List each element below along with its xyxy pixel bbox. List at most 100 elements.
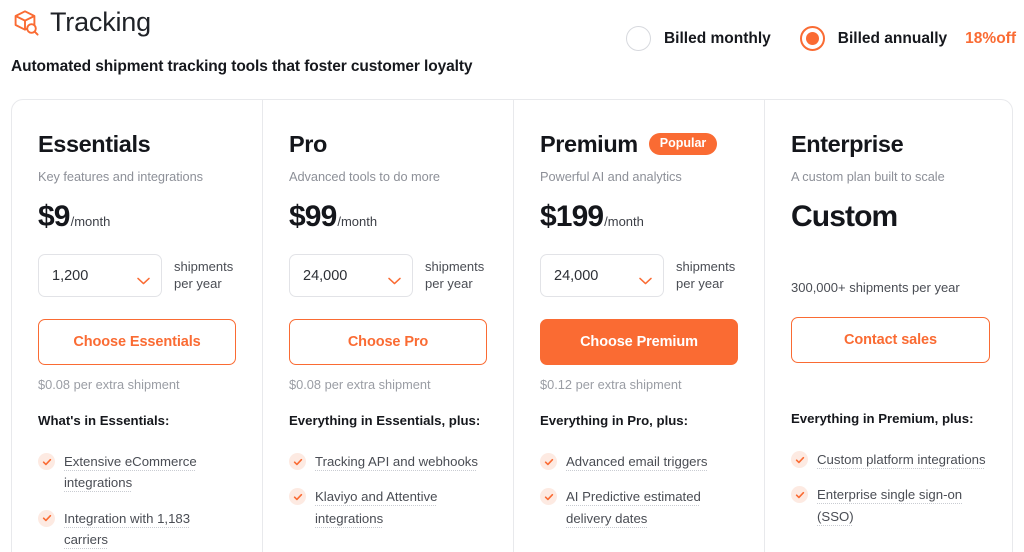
billing-toggle-group: Billed monthly Billed annually 18%off: [625, 26, 1016, 51]
billing-discount-badge: 18%off: [965, 29, 1016, 47]
plan-card-essentials: Essentials Key features and integrations…: [12, 100, 263, 552]
shipments-select[interactable]: 1,200: [38, 254, 162, 297]
feature-label[interactable]: Custom platform integrations: [817, 449, 986, 470]
plan-name: Pro: [289, 130, 327, 157]
plan-price: $9: [38, 200, 70, 233]
feature-item: Klaviyo and Attentive integrations: [289, 486, 487, 529]
shipments-note-line1: shipments: [174, 258, 234, 274]
plan-header: Pro: [289, 129, 487, 159]
shipments-note: shipments per year: [425, 259, 484, 292]
brand: Tracking: [11, 7, 151, 38]
feature-list: Custom platform integrations Enterprise …: [791, 449, 990, 527]
plan-header: Essentials: [38, 129, 236, 159]
plan-price-period: /month: [70, 214, 111, 229]
check-icon: [791, 486, 808, 504]
chevron-down-icon: [137, 272, 150, 284]
choose-plan-button[interactable]: Choose Essentials: [38, 319, 236, 365]
feature-item: AI Predictive estimated delivery dates: [540, 486, 738, 529]
check-icon: [791, 451, 808, 468]
extra-shipment-note: $0.08 per extra shipment: [289, 377, 431, 392]
plan-description: Powerful AI and analytics: [540, 169, 682, 184]
includes-title: What's in Essentials:: [38, 413, 170, 428]
feature-label[interactable]: Klaviyo and Attentive integrations: [315, 486, 487, 529]
check-icon: [38, 509, 55, 527]
pricing-page: Tracking Automated shipment tracking too…: [0, 0, 1024, 552]
shipments-note-line2: per year: [174, 275, 222, 291]
check-icon: [540, 488, 557, 506]
chevron-down-icon: [388, 272, 401, 284]
plan-price: $99: [289, 200, 337, 233]
feature-label[interactable]: Integration with 1,183 carriers: [64, 508, 236, 551]
plan-card-pro: Pro Advanced tools to do more $99 /month…: [263, 100, 514, 552]
shipments-static-note: 300,000+ shipments per year: [791, 280, 960, 295]
includes-title: Everything in Premium, plus:: [791, 411, 974, 426]
plan-quantity-row: 1,200 shipments per year: [38, 254, 236, 297]
plan-name: Essentials: [38, 130, 151, 157]
plan-price-row: $99 /month: [289, 200, 487, 234]
extra-shipment-note: $0.08 per extra shipment: [38, 377, 180, 392]
shipments-note: shipments per year: [174, 259, 233, 292]
feature-item: Advanced email triggers: [540, 451, 738, 472]
plan-description: A custom plan built to scale: [791, 169, 945, 184]
popular-badge: Popular: [648, 133, 718, 155]
plan-name: Premium: [540, 130, 638, 157]
contact-sales-button[interactable]: Contact sales: [791, 317, 990, 363]
radio-monthly-icon[interactable]: [625, 26, 651, 51]
billing-monthly-label: Billed monthly: [663, 29, 771, 47]
choose-plan-button[interactable]: Choose Pro: [289, 319, 487, 365]
billing-option-annually[interactable]: Billed annually 18%off: [799, 26, 1016, 51]
feature-item: Tracking API and webhooks: [289, 451, 487, 472]
shipments-select[interactable]: 24,000: [540, 254, 664, 297]
includes-title: Everything in Essentials, plus:: [289, 413, 481, 428]
page-header: Tracking Automated shipment tracking too…: [0, 0, 1024, 92]
choose-plan-button[interactable]: Choose Premium: [540, 319, 738, 365]
radio-annually-icon[interactable]: [799, 26, 825, 51]
feature-item: Enterprise single sign-on (SSO): [791, 484, 990, 527]
feature-list: Advanced email triggers AI Predictive es…: [540, 451, 738, 529]
page-title: Tracking: [50, 7, 151, 37]
shipments-select-value: 24,000: [554, 267, 599, 284]
feature-label[interactable]: Advanced email triggers: [566, 451, 707, 472]
feature-item: Custom platform integrations: [791, 449, 990, 470]
plan-description: Key features and integrations: [38, 169, 204, 184]
plan-price-row: $199 /month: [540, 200, 738, 234]
plan-name: Enterprise: [791, 130, 904, 157]
shipments-note: shipments per year: [676, 259, 735, 292]
feature-label[interactable]: Enterprise single sign-on (SSO): [817, 484, 990, 527]
cube-search-icon: [11, 8, 41, 38]
shipments-note-line2: per year: [425, 275, 473, 291]
plan-price-period: /month: [337, 214, 378, 229]
billing-option-monthly[interactable]: Billed monthly: [625, 26, 771, 51]
shipments-select-value: 1,200: [52, 267, 89, 284]
plan-card-premium: Premium Popular Powerful AI and analytic…: [514, 100, 765, 552]
check-icon: [289, 453, 306, 470]
plan-price-row: $9 /month: [38, 200, 236, 234]
extra-shipment-note: $0.12 per extra shipment: [540, 377, 682, 392]
plan-quantity-row: 24,000 shipments per year: [540, 254, 738, 297]
shipments-select-value: 24,000: [303, 267, 348, 284]
includes-title: Everything in Pro, plus:: [540, 413, 689, 428]
plan-quantity-row: 24,000 shipments per year: [289, 254, 487, 297]
shipments-note-line1: shipments: [425, 258, 485, 274]
plan-price-row: Custom: [791, 200, 990, 234]
feature-item: Integration with 1,183 carriers: [38, 508, 236, 551]
plan-card-container: Essentials Key features and integrations…: [11, 99, 1013, 552]
shipments-select[interactable]: 24,000: [289, 254, 413, 297]
plan-price: $199: [540, 200, 604, 233]
feature-item: Extensive eCommerce integrations: [38, 451, 236, 494]
feature-label[interactable]: Tracking API and webhooks: [315, 451, 478, 472]
shipments-note-line1: shipments: [676, 258, 736, 274]
check-icon: [289, 488, 306, 506]
page-tagline: Automated shipment tracking tools that f…: [11, 58, 473, 75]
check-icon: [38, 453, 55, 470]
feature-list: Extensive eCommerce integrations Integra…: [38, 451, 236, 551]
billing-annually-label: Billed annually: [837, 29, 948, 47]
plan-header: Enterprise: [791, 129, 990, 159]
plan-card-enterprise: Enterprise A custom plan built to scale …: [765, 100, 1012, 552]
plan-description: Advanced tools to do more: [289, 169, 440, 184]
feature-label[interactable]: Extensive eCommerce integrations: [64, 451, 236, 494]
plan-header: Premium Popular: [540, 129, 738, 159]
feature-label[interactable]: AI Predictive estimated delivery dates: [566, 486, 738, 529]
feature-list: Tracking API and webhooks Klaviyo and At…: [289, 451, 487, 529]
check-icon: [540, 453, 557, 470]
